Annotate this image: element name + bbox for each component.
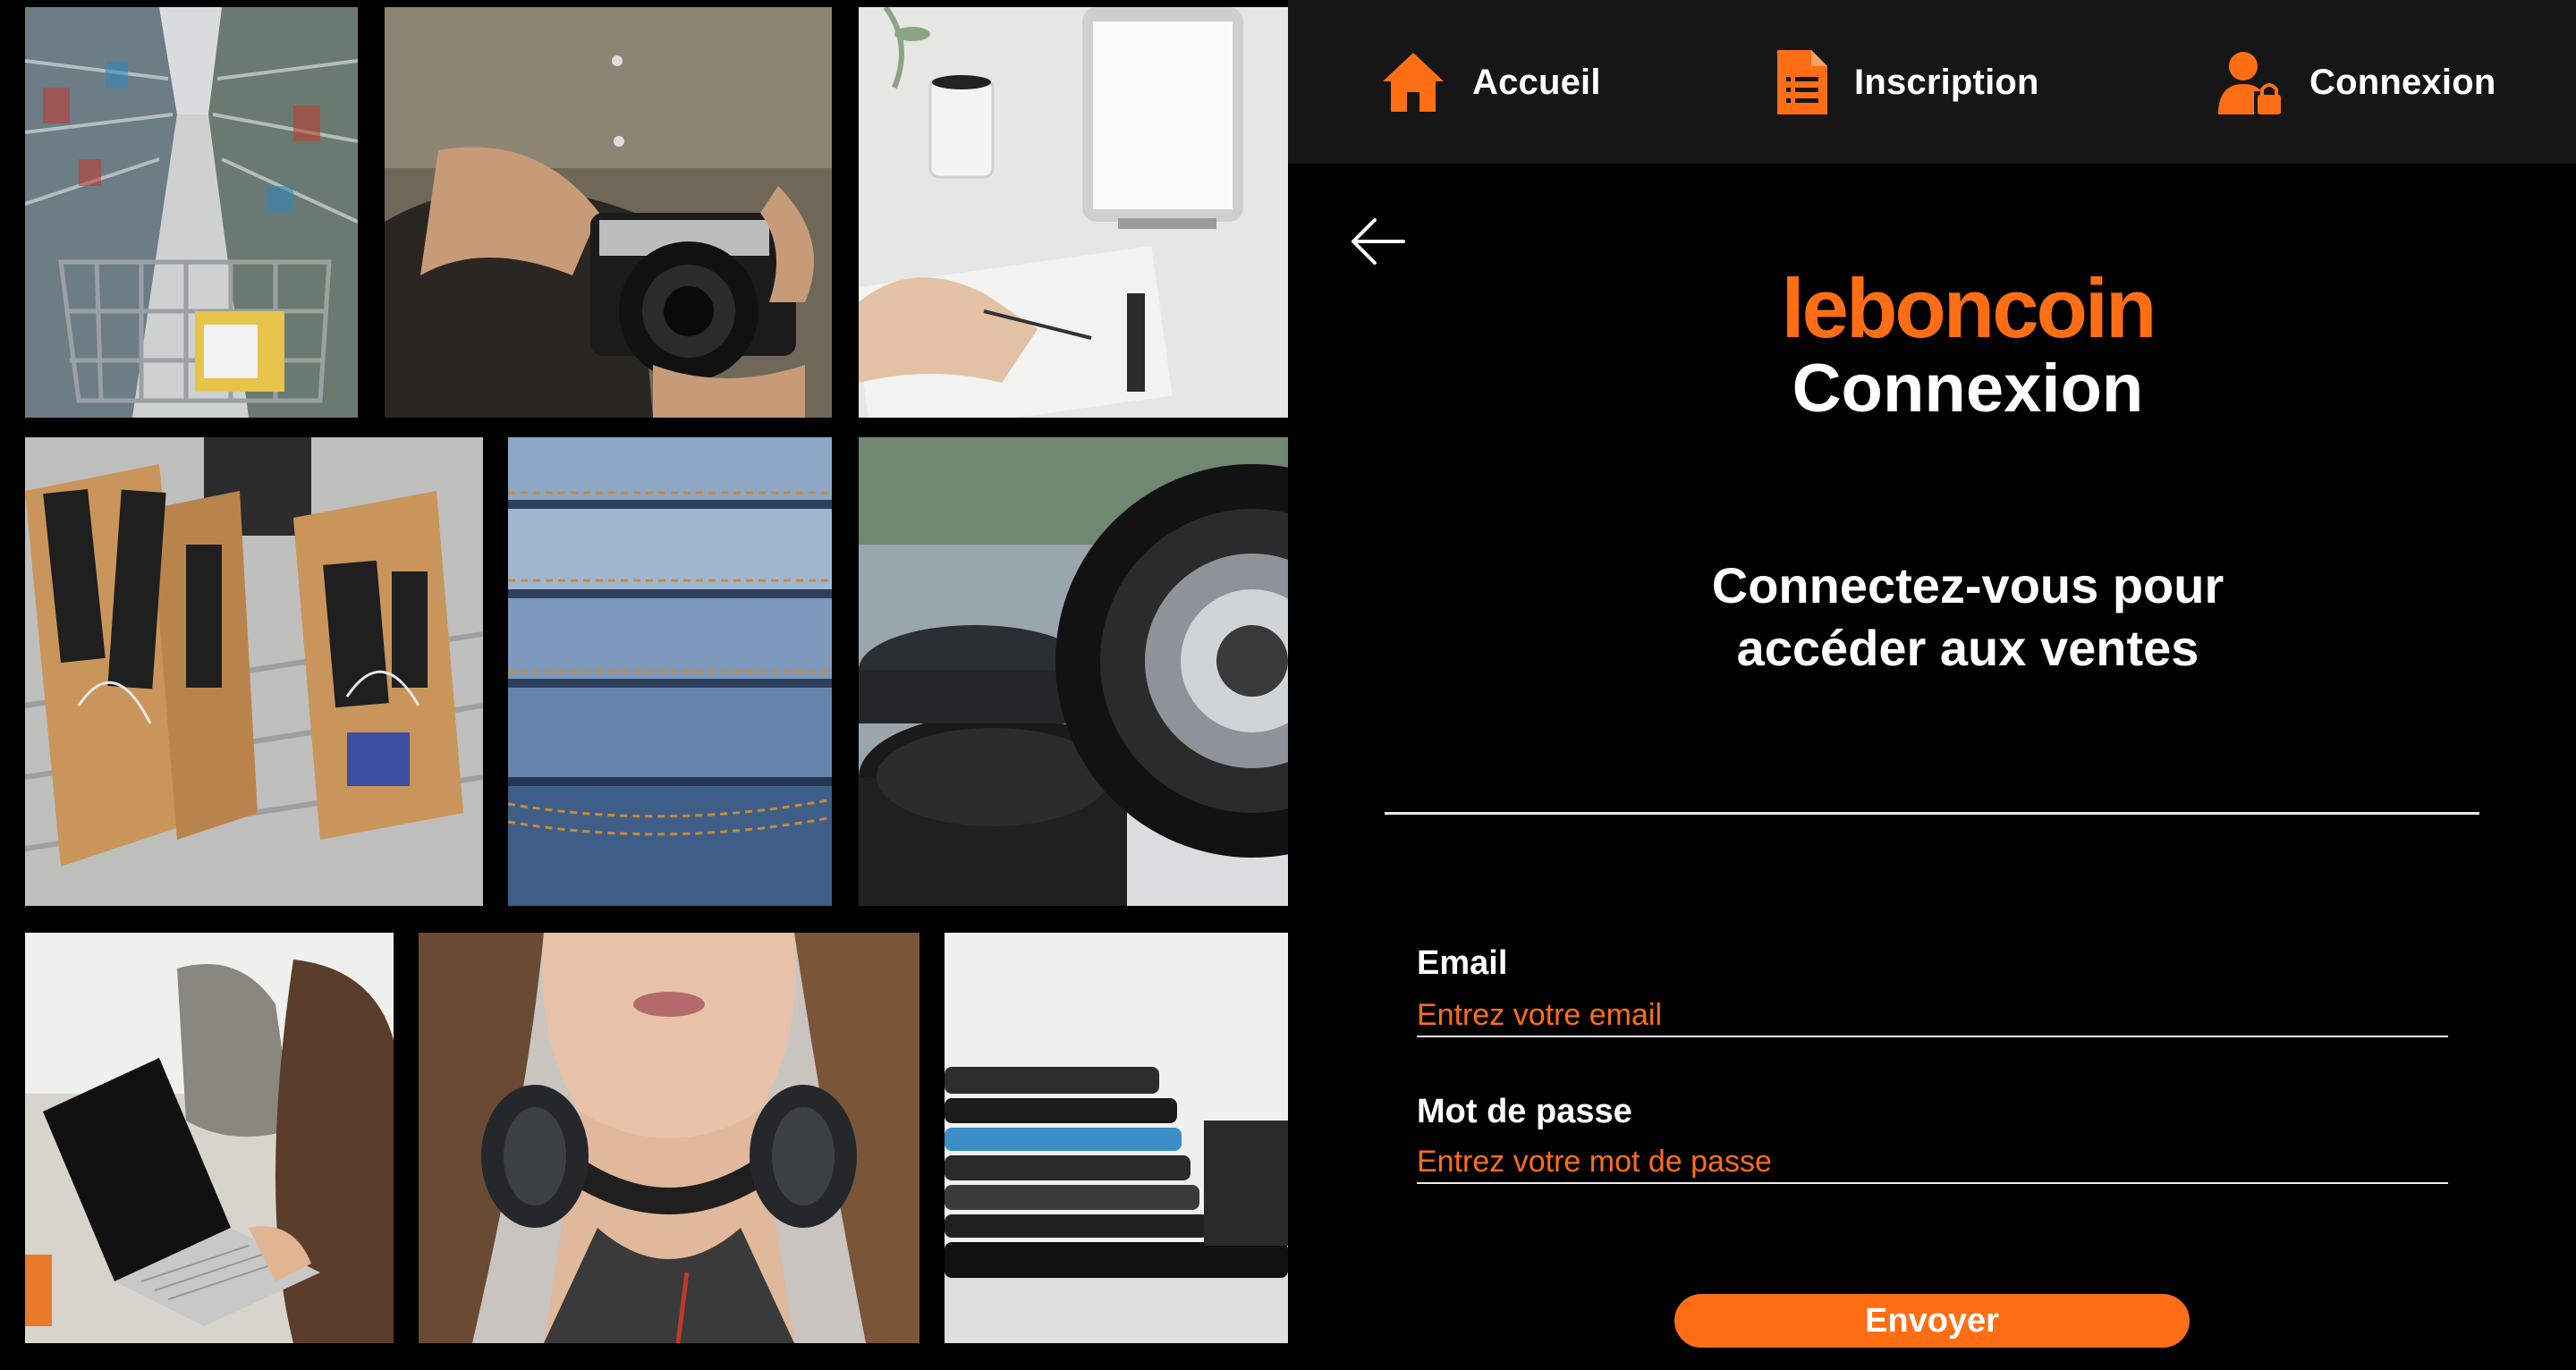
folded-jeans-photo (508, 437, 832, 906)
back-arrow-icon[interactable] (1348, 215, 1407, 268)
nav-item-label: Inscription (1854, 62, 2039, 102)
subtitle-line: accéder aux ventes (1736, 620, 2199, 676)
photo-collage (0, 0, 1288, 1370)
stacked-phones-photo (945, 933, 1288, 1343)
shopping-bags-photo (25, 437, 483, 906)
nav-item-inscription[interactable]: Inscription (1777, 47, 2039, 118)
laptop-user-photo (25, 933, 394, 1343)
nav-item-label: Connexion (2309, 62, 2496, 102)
leboncoin-logo[interactable]: leboncoin (1646, 259, 2290, 358)
divider (1385, 812, 2479, 815)
email-label: Email (1417, 944, 1508, 982)
nav-item-accueil[interactable]: Accueil (1381, 47, 1601, 118)
subtitle-line: Connectez-vous pour (1711, 557, 2224, 613)
page-subtitle: Connectez-vous pour accéder aux ventes (1556, 554, 2379, 680)
camera-lens-photo (859, 437, 1288, 906)
submit-button[interactable]: Envoyer (1674, 1294, 2190, 1348)
headphones-woman-photo (419, 933, 919, 1343)
email-field[interactable] (1417, 994, 2448, 1037)
password-field[interactable] (1417, 1141, 2448, 1184)
user-lock-icon (2218, 50, 2283, 114)
document-icon (1777, 50, 1827, 114)
camera-in-hands-photo (385, 7, 832, 418)
nav-item-connexion[interactable]: Connexion (2218, 47, 2496, 118)
tablet-and-mug-photo (859, 7, 1288, 418)
home-icon (1381, 51, 1445, 114)
supermarket-aisle-photo (25, 7, 358, 418)
nav-item-label: Accueil (1472, 62, 1601, 102)
page-title: Connexion (1792, 351, 2144, 427)
password-label: Mot de passe (1417, 1093, 1632, 1130)
top-navigation: Accueil Inscription Connexion (1288, 0, 2576, 164)
